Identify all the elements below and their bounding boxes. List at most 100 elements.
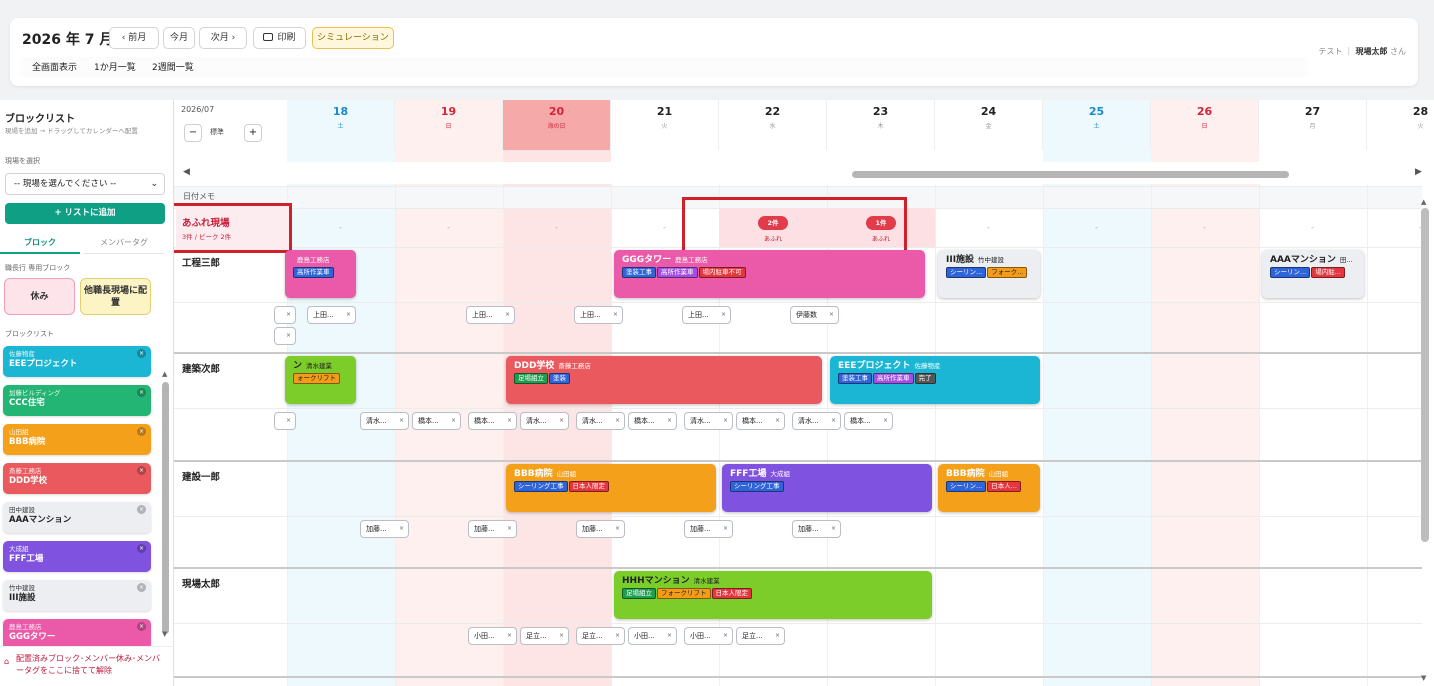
member-tag[interactable]: 小田... ×: [628, 627, 677, 645]
block-item[interactable]: 斎藤工務店 DDD学校 ×: [3, 463, 151, 494]
member-tag[interactable]: 加藤... ×: [792, 520, 841, 538]
close-icon[interactable]: ×: [137, 544, 146, 553]
close-icon[interactable]: ×: [137, 349, 146, 358]
site-block-card[interactable]: ン清水建業 ォークリフト: [285, 356, 356, 404]
prev-month-button[interactable]: ‹ 前月: [109, 27, 159, 49]
next-month-button[interactable]: 次月 ›: [199, 27, 247, 49]
scroll-left-icon[interactable]: ◀: [183, 167, 190, 177]
member-tag[interactable]: 橋本... ×: [468, 412, 517, 430]
day-header[interactable]: 28 火: [1367, 100, 1434, 150]
day-header[interactable]: 21 火: [611, 100, 719, 150]
member-tag[interactable]: 橋本... ×: [628, 412, 677, 430]
member-tag[interactable]: 清水... ×: [360, 412, 409, 430]
member-tag[interactable]: 小田... ×: [468, 627, 517, 645]
site-block-card[interactable]: EEEプロジェクト 佐藤物産 塗装工事 高所作業車 完了: [830, 356, 1040, 404]
member-tag[interactable]: 上田... ×: [682, 306, 731, 324]
close-icon[interactable]: ×: [399, 413, 404, 429]
member-tag[interactable]: 足立... ×: [576, 627, 625, 645]
tab-blocks[interactable]: ブロック: [0, 232, 80, 254]
site-block-card[interactable]: DDD学校 斎藤工務店 足場組立 塗装: [506, 356, 822, 404]
close-icon[interactable]: ×: [829, 307, 834, 323]
close-icon[interactable]: ×: [667, 413, 672, 429]
block-item[interactable]: 大成組 FFF工場 ×: [3, 541, 151, 572]
member-tag[interactable]: 上田... ×: [307, 306, 356, 324]
close-icon[interactable]: ×: [507, 521, 512, 537]
member-tag[interactable]: 加藤... ×: [468, 520, 517, 538]
close-icon[interactable]: ×: [559, 413, 564, 429]
block-item[interactable]: 田中建設 AAAマンション ×: [3, 502, 151, 533]
close-icon[interactable]: ×: [559, 628, 564, 644]
block-item[interactable]: 加藤ビルディング CCC住宅 ×: [3, 385, 151, 416]
close-icon[interactable]: ×: [775, 413, 780, 429]
day-header[interactable]: 25 土: [1043, 100, 1151, 150]
tab-two-weeks[interactable]: 2週間一覧: [152, 60, 194, 73]
member-tag[interactable]: 上田... ×: [574, 306, 623, 324]
close-icon[interactable]: ×: [451, 413, 456, 429]
zoom-out-button[interactable]: −: [184, 124, 202, 142]
site-block-card[interactable]: III施設 竹中建設 シーリン... フォーク...: [938, 250, 1040, 298]
day-header[interactable]: 19 日: [395, 100, 503, 150]
day-header[interactable]: 18 土: [287, 100, 395, 150]
day-header[interactable]: 24 金: [935, 100, 1043, 150]
day-header[interactable]: 20 海の日: [503, 100, 611, 150]
close-icon[interactable]: ×: [667, 628, 672, 644]
member-tag[interactable]: 小田... ×: [684, 627, 733, 645]
scroll-up-icon[interactable]: ▲: [162, 370, 167, 378]
member-tag[interactable]: 加藤... ×: [360, 520, 409, 538]
member-tag[interactable]: 清水... ×: [520, 412, 569, 430]
tab-fullscreen[interactable]: 全画面表示: [32, 60, 77, 73]
tab-one-month[interactable]: 1か月一覧: [94, 60, 136, 73]
tab-member-tags[interactable]: メンバータグ: [84, 232, 164, 254]
member-tag[interactable]: 橋本... ×: [412, 412, 461, 430]
close-icon[interactable]: ×: [137, 388, 146, 397]
site-block-card[interactable]: GGGタワー 鹿島工務店 塗装工事 高所作業車 場内駐車不可: [614, 250, 925, 298]
site-block-card[interactable]: HHHマンション 清水建業 足場組立 フォークリフト 日本人限定: [614, 571, 932, 619]
close-icon[interactable]: ×: [615, 521, 620, 537]
close-icon[interactable]: ×: [615, 413, 620, 429]
site-block-card[interactable]: AAAマンション 田... シーリン... 場内駐...: [1262, 250, 1364, 298]
member-tag[interactable]: 清水... ×: [576, 412, 625, 430]
add-to-list-button[interactable]: + リストに追加: [5, 203, 165, 224]
member-tag[interactable]: 加藤... ×: [576, 520, 625, 538]
close-icon[interactable]: ×: [723, 521, 728, 537]
member-tag[interactable]: ×: [274, 412, 296, 430]
close-icon[interactable]: ×: [883, 413, 888, 429]
close-icon[interactable]: ×: [723, 628, 728, 644]
this-month-button[interactable]: 今月: [163, 27, 195, 49]
member-tag[interactable]: 足立... ×: [520, 627, 569, 645]
scroll-up-icon[interactable]: ▲: [1421, 198, 1426, 206]
site-block-card[interactable]: BBB病院 山田組 シーリン... 日本人...: [938, 464, 1040, 512]
close-icon[interactable]: ×: [831, 413, 836, 429]
member-tag[interactable]: 清水... ×: [792, 412, 841, 430]
close-icon[interactable]: ×: [137, 622, 146, 631]
close-icon[interactable]: ×: [507, 628, 512, 644]
close-icon[interactable]: ×: [721, 307, 726, 323]
close-icon[interactable]: ×: [137, 427, 146, 436]
close-icon[interactable]: ×: [723, 413, 728, 429]
scroll-right-icon[interactable]: ▶: [1415, 167, 1422, 177]
member-tag[interactable]: 清水... ×: [684, 412, 733, 430]
member-tag[interactable]: ×: [274, 327, 296, 345]
close-icon[interactable]: ×: [286, 328, 291, 344]
horizontal-scrollbar[interactable]: ◀ ▶: [174, 162, 1434, 184]
close-icon[interactable]: ×: [831, 521, 836, 537]
close-icon[interactable]: ×: [137, 466, 146, 475]
member-tag[interactable]: 橋本... ×: [844, 412, 893, 430]
remove-drop-zone[interactable]: ⌂ 配置済みブロック･メンバー休み･メンバータグをここに捨てて解除: [0, 646, 173, 686]
print-button[interactable]: 印刷: [253, 27, 306, 49]
member-tag[interactable]: 足立... ×: [736, 627, 785, 645]
close-icon[interactable]: ×: [137, 583, 146, 592]
close-icon[interactable]: ×: [505, 307, 510, 323]
sidebar-scrollbar[interactable]: [162, 382, 169, 634]
close-icon[interactable]: ×: [399, 521, 404, 537]
simulation-button[interactable]: シミュレーション: [312, 27, 394, 49]
day-header[interactable]: 26 日: [1151, 100, 1259, 150]
close-icon[interactable]: ×: [286, 307, 291, 323]
block-item[interactable]: 山田組 BBB病院 ×: [3, 424, 151, 455]
member-tag[interactable]: 橋本... ×: [736, 412, 785, 430]
member-tag[interactable]: 上田... ×: [466, 306, 515, 324]
block-item[interactable]: 竹中建設 III施設 ×: [3, 580, 151, 611]
zoom-in-button[interactable]: +: [244, 124, 262, 142]
close-icon[interactable]: ×: [507, 413, 512, 429]
day-header[interactable]: 27 月: [1259, 100, 1367, 150]
